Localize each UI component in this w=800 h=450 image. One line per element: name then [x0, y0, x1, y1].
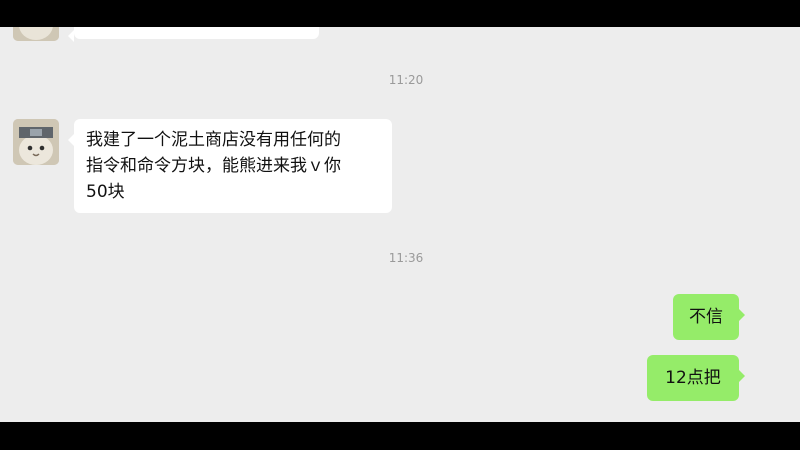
video-frame: 11:20 我建了一个泥土商店没有用任何的 指令和命令方块，能熊进来我ｖ你 50…: [0, 0, 800, 450]
sender-avatar[interactable]: [13, 27, 59, 41]
cat-avatar-icon: [13, 27, 59, 41]
message-bubble-outgoing[interactable]: 12点把: [647, 355, 745, 401]
timestamp: 11:36: [388, 251, 424, 265]
message-text: 12点把: [665, 368, 721, 388]
sender-avatar[interactable]: [13, 119, 59, 165]
message-text-line: 我建了一个泥土商店没有用任何的: [86, 130, 341, 150]
chat-message-list[interactable]: 11:20 我建了一个泥土商店没有用任何的 指令和命令方块，能熊进来我ｖ你 50…: [0, 27, 800, 422]
message-text-line: 指令和命令方块，能熊进来我ｖ你: [86, 156, 341, 176]
message-text: 不信: [689, 307, 723, 327]
timestamp: 11:20: [388, 73, 424, 87]
cat-avatar-icon: [13, 119, 59, 165]
message-bubble-outgoing[interactable]: 不信: [673, 294, 745, 340]
message-text-line: 50块: [86, 182, 125, 202]
message-bubble-incoming[interactable]: 我建了一个泥土商店没有用任何的 指令和命令方块，能熊进来我ｖ你 50块: [68, 119, 392, 213]
message-bubble-incoming[interactable]: [68, 27, 319, 42]
